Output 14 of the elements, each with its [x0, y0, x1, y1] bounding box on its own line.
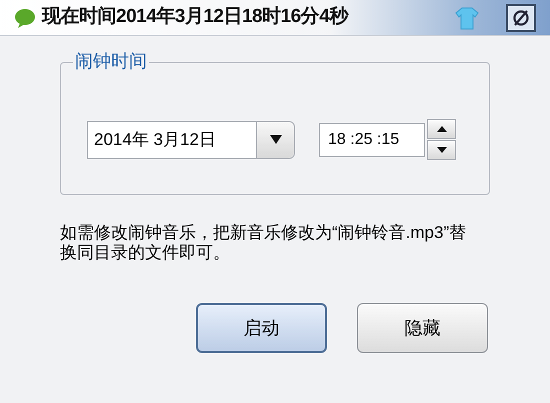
- chat-bubble-icon: [14, 8, 36, 28]
- time-field[interactable]: 18 :25 :15: [319, 122, 425, 156]
- up-triangle-icon: [436, 126, 446, 132]
- dialog-button[interactable]: 启动: [196, 303, 327, 353]
- window-title: 现在时间2014年3月12日18时16分4秒: [42, 5, 348, 30]
- dialog-button[interactable]: 隐藏: [357, 303, 488, 353]
- down-triangle-icon: [436, 147, 446, 153]
- dropdown-arrow-icon: [270, 135, 282, 144]
- date-picker[interactable]: 2014年 3月12日: [87, 120, 295, 158]
- hint-text: 如需修改闹钟音乐，把新音乐修改为“闹钟铃音.mp3”替换同目录的文件即可。: [60, 223, 468, 263]
- mode-button[interactable]: [506, 4, 536, 32]
- slashed-circle-icon: [511, 8, 531, 28]
- spin-down-button[interactable]: [427, 140, 456, 160]
- spin-up-button[interactable]: [427, 119, 456, 139]
